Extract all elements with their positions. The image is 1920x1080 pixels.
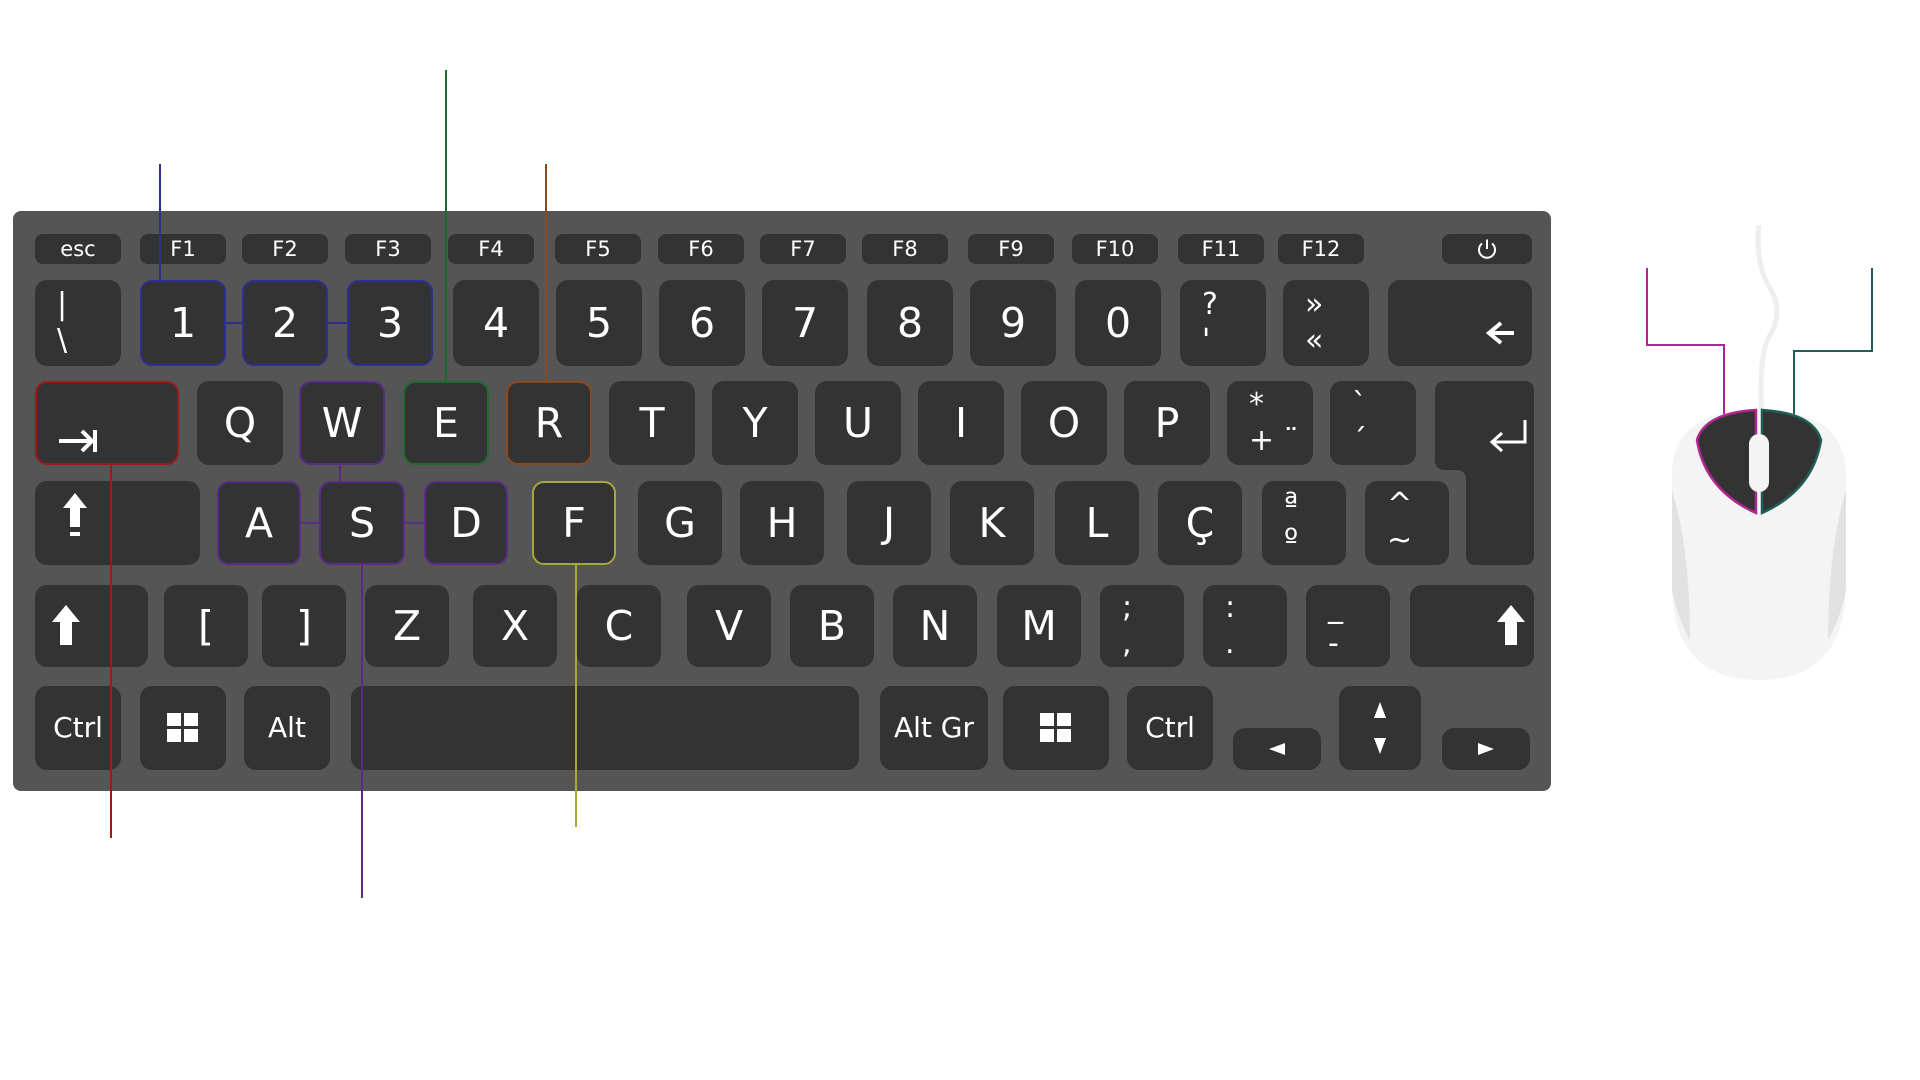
key-label: Ctrl: [53, 711, 103, 744]
key-label-top: ª: [1284, 487, 1299, 522]
key-space[interactable]: [351, 686, 859, 770]
key-h[interactable]: H: [740, 481, 824, 565]
key-caps-lock[interactable]: [35, 481, 200, 565]
key-label-bottom: º: [1284, 523, 1299, 558]
key-n[interactable]: N: [893, 585, 977, 667]
shift-arrow-icon: [1497, 605, 1525, 645]
key-label: ]: [296, 601, 312, 650]
key-label-bottom: .: [1225, 626, 1235, 661]
key-d[interactable]: D: [424, 481, 508, 565]
key-shift-right[interactable]: [1410, 585, 1534, 667]
key-ctrl-left[interactable]: Ctrl: [35, 686, 121, 770]
key-label: Alt: [268, 711, 306, 744]
key-label: D: [450, 498, 482, 547]
key-label: X: [500, 601, 530, 650]
key-label: J: [882, 498, 896, 547]
key-label: V: [714, 601, 744, 650]
key-caret-tilde[interactable]: ^ ~: [1365, 481, 1449, 565]
key-semicolon-comma[interactable]: ; ,: [1100, 585, 1184, 667]
key-label: [: [198, 601, 214, 650]
key-label: S: [348, 498, 376, 547]
key-label-top: ^: [1387, 487, 1413, 522]
key-label: Z: [392, 601, 422, 650]
key-shift-left[interactable]: [35, 585, 148, 667]
key-c-cedilla[interactable]: Ç: [1158, 481, 1242, 565]
key-label-top: :: [1225, 590, 1236, 625]
key-label: C: [604, 601, 634, 650]
shift-arrow-icon: [52, 605, 80, 645]
key-a[interactable]: A: [217, 481, 301, 565]
keyboard-mouse-diagram: esc F1 F2 F3 F4 F5 F6 F7 F8 F9 F10 F11 F…: [0, 0, 1920, 1080]
key-f[interactable]: F: [532, 481, 616, 565]
key-label: F: [562, 498, 586, 547]
up-arrow-icon: [1374, 702, 1386, 718]
key-label-bottom: ~: [1387, 523, 1413, 558]
key-c[interactable]: C: [577, 585, 661, 667]
key-underscore-hyphen[interactable]: _ -: [1306, 585, 1390, 667]
key-label: H: [766, 498, 798, 547]
key-label-bottom: ,: [1122, 626, 1132, 661]
key-label: N: [919, 601, 951, 650]
key-ctrl-right[interactable]: Ctrl: [1127, 686, 1213, 770]
key-label-bottom: -: [1328, 626, 1339, 661]
key-label-top: ;: [1122, 590, 1133, 625]
key-s[interactable]: S: [319, 481, 405, 565]
key-label: G: [664, 498, 696, 547]
windows-icon: [1040, 713, 1071, 742]
key-b[interactable]: B: [790, 585, 874, 667]
key-k[interactable]: K: [950, 481, 1034, 565]
key-label: Alt Gr: [893, 711, 975, 744]
windows-icon: [167, 713, 198, 742]
key-arrow-left[interactable]: [1233, 728, 1321, 770]
key-v[interactable]: V: [687, 585, 771, 667]
key-label: M: [1021, 601, 1057, 650]
caps-lock-icon: [63, 493, 87, 536]
key-bracket-right[interactable]: ]: [262, 585, 346, 667]
key-alt-gr[interactable]: Alt Gr: [880, 686, 988, 770]
right-arrow-icon: [1478, 743, 1494, 755]
key-g[interactable]: G: [638, 481, 722, 565]
key-label: B: [817, 601, 847, 650]
key-x[interactable]: X: [473, 585, 557, 667]
key-j[interactable]: J: [847, 481, 931, 565]
key-m[interactable]: M: [997, 585, 1081, 667]
key-label: Ctrl: [1145, 711, 1195, 744]
key-z[interactable]: Z: [365, 585, 449, 667]
key-l[interactable]: L: [1055, 481, 1139, 565]
left-arrow-icon: [1269, 743, 1285, 755]
key-windows-left[interactable]: [140, 686, 226, 770]
key-colon-period[interactable]: : .: [1203, 585, 1287, 667]
key-ordinal[interactable]: ª º: [1262, 481, 1346, 565]
key-bracket-left[interactable]: [: [164, 585, 248, 667]
key-label: L: [1085, 498, 1109, 547]
key-windows-right[interactable]: [1003, 686, 1109, 770]
key-label: K: [978, 498, 1006, 547]
key-arrow-up-down[interactable]: [1339, 686, 1421, 770]
key-label-top: _: [1328, 590, 1343, 625]
key-label: Ç: [1185, 498, 1215, 547]
down-arrow-icon: [1374, 738, 1386, 754]
key-arrow-right[interactable]: [1442, 728, 1530, 770]
key-label: A: [244, 498, 274, 547]
key-alt[interactable]: Alt: [244, 686, 330, 770]
